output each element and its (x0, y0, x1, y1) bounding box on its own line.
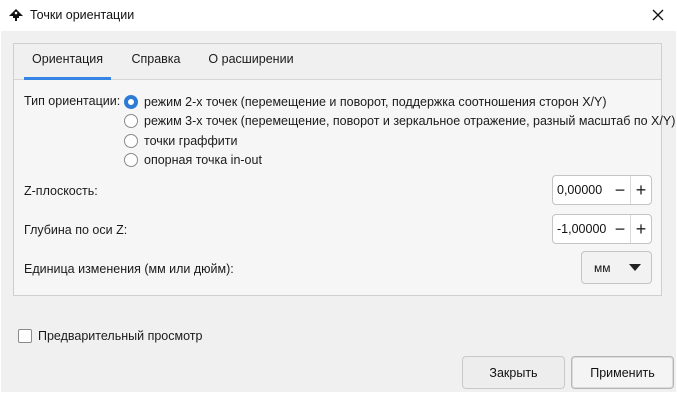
z-depth-decrement-button[interactable]: − (610, 215, 630, 243)
inkscape-app-icon (8, 8, 24, 24)
window-titlebar: Точки ориентации (0, 0, 677, 31)
tab-help[interactable]: Справка (120, 52, 192, 72)
z-plane-value[interactable]: 0,00000 (553, 183, 610, 197)
close-icon (652, 9, 664, 21)
z-depth-spinbutton: -1,00000 − + (552, 214, 652, 244)
z-depth-increment-button[interactable]: + (631, 215, 651, 243)
unit-dropdown[interactable]: мм (581, 251, 652, 284)
preview-checkbox[interactable] (18, 329, 32, 343)
radio-2-point-mode-label[interactable]: режим 2-х точек (перемещение и поворот, … (144, 95, 607, 109)
window-close-button[interactable] (646, 4, 670, 26)
tab-bar (14, 44, 661, 80)
z-depth-label: Глубина по оси Z: (24, 223, 128, 237)
active-tab-indicator (24, 77, 111, 80)
z-plane-decrement-button[interactable]: − (610, 176, 630, 204)
dropdown-arrow-icon (629, 264, 641, 271)
radio-2-point-mode[interactable] (124, 95, 138, 109)
radio-graffiti-points[interactable] (124, 134, 138, 148)
radio-3-point-mode-label[interactable]: режим 3-х точек (перемещение, поворот и … (144, 114, 675, 128)
unit-label: Единица изменения (мм или дюйм): (24, 262, 234, 276)
radio-graffiti-points-label[interactable]: точки граффити (144, 134, 237, 148)
window-title: Точки ориентации (30, 8, 135, 22)
radio-in-out-reference-label[interactable]: опорная точка in-out (144, 153, 262, 167)
tab-orientation[interactable]: Ориентация (24, 52, 111, 72)
orientation-type-label: Тип ориентации: (24, 94, 121, 108)
z-plane-label: Z-плоскость: (24, 184, 98, 198)
radio-3-point-mode[interactable] (124, 114, 138, 128)
z-plane-increment-button[interactable]: + (631, 176, 651, 204)
z-depth-value[interactable]: -1,00000 (553, 222, 610, 236)
preview-checkbox-label[interactable]: Предварительный просмотр (38, 329, 202, 343)
tab-about[interactable]: О расширении (198, 52, 304, 72)
z-plane-spinbutton: 0,00000 − + (552, 175, 652, 205)
notebook-panel (13, 43, 662, 296)
apply-button[interactable]: Применить (571, 356, 674, 389)
unit-dropdown-value: мм (594, 261, 611, 275)
radio-in-out-reference[interactable] (124, 153, 138, 167)
close-button[interactable]: Закрыть (462, 356, 565, 389)
